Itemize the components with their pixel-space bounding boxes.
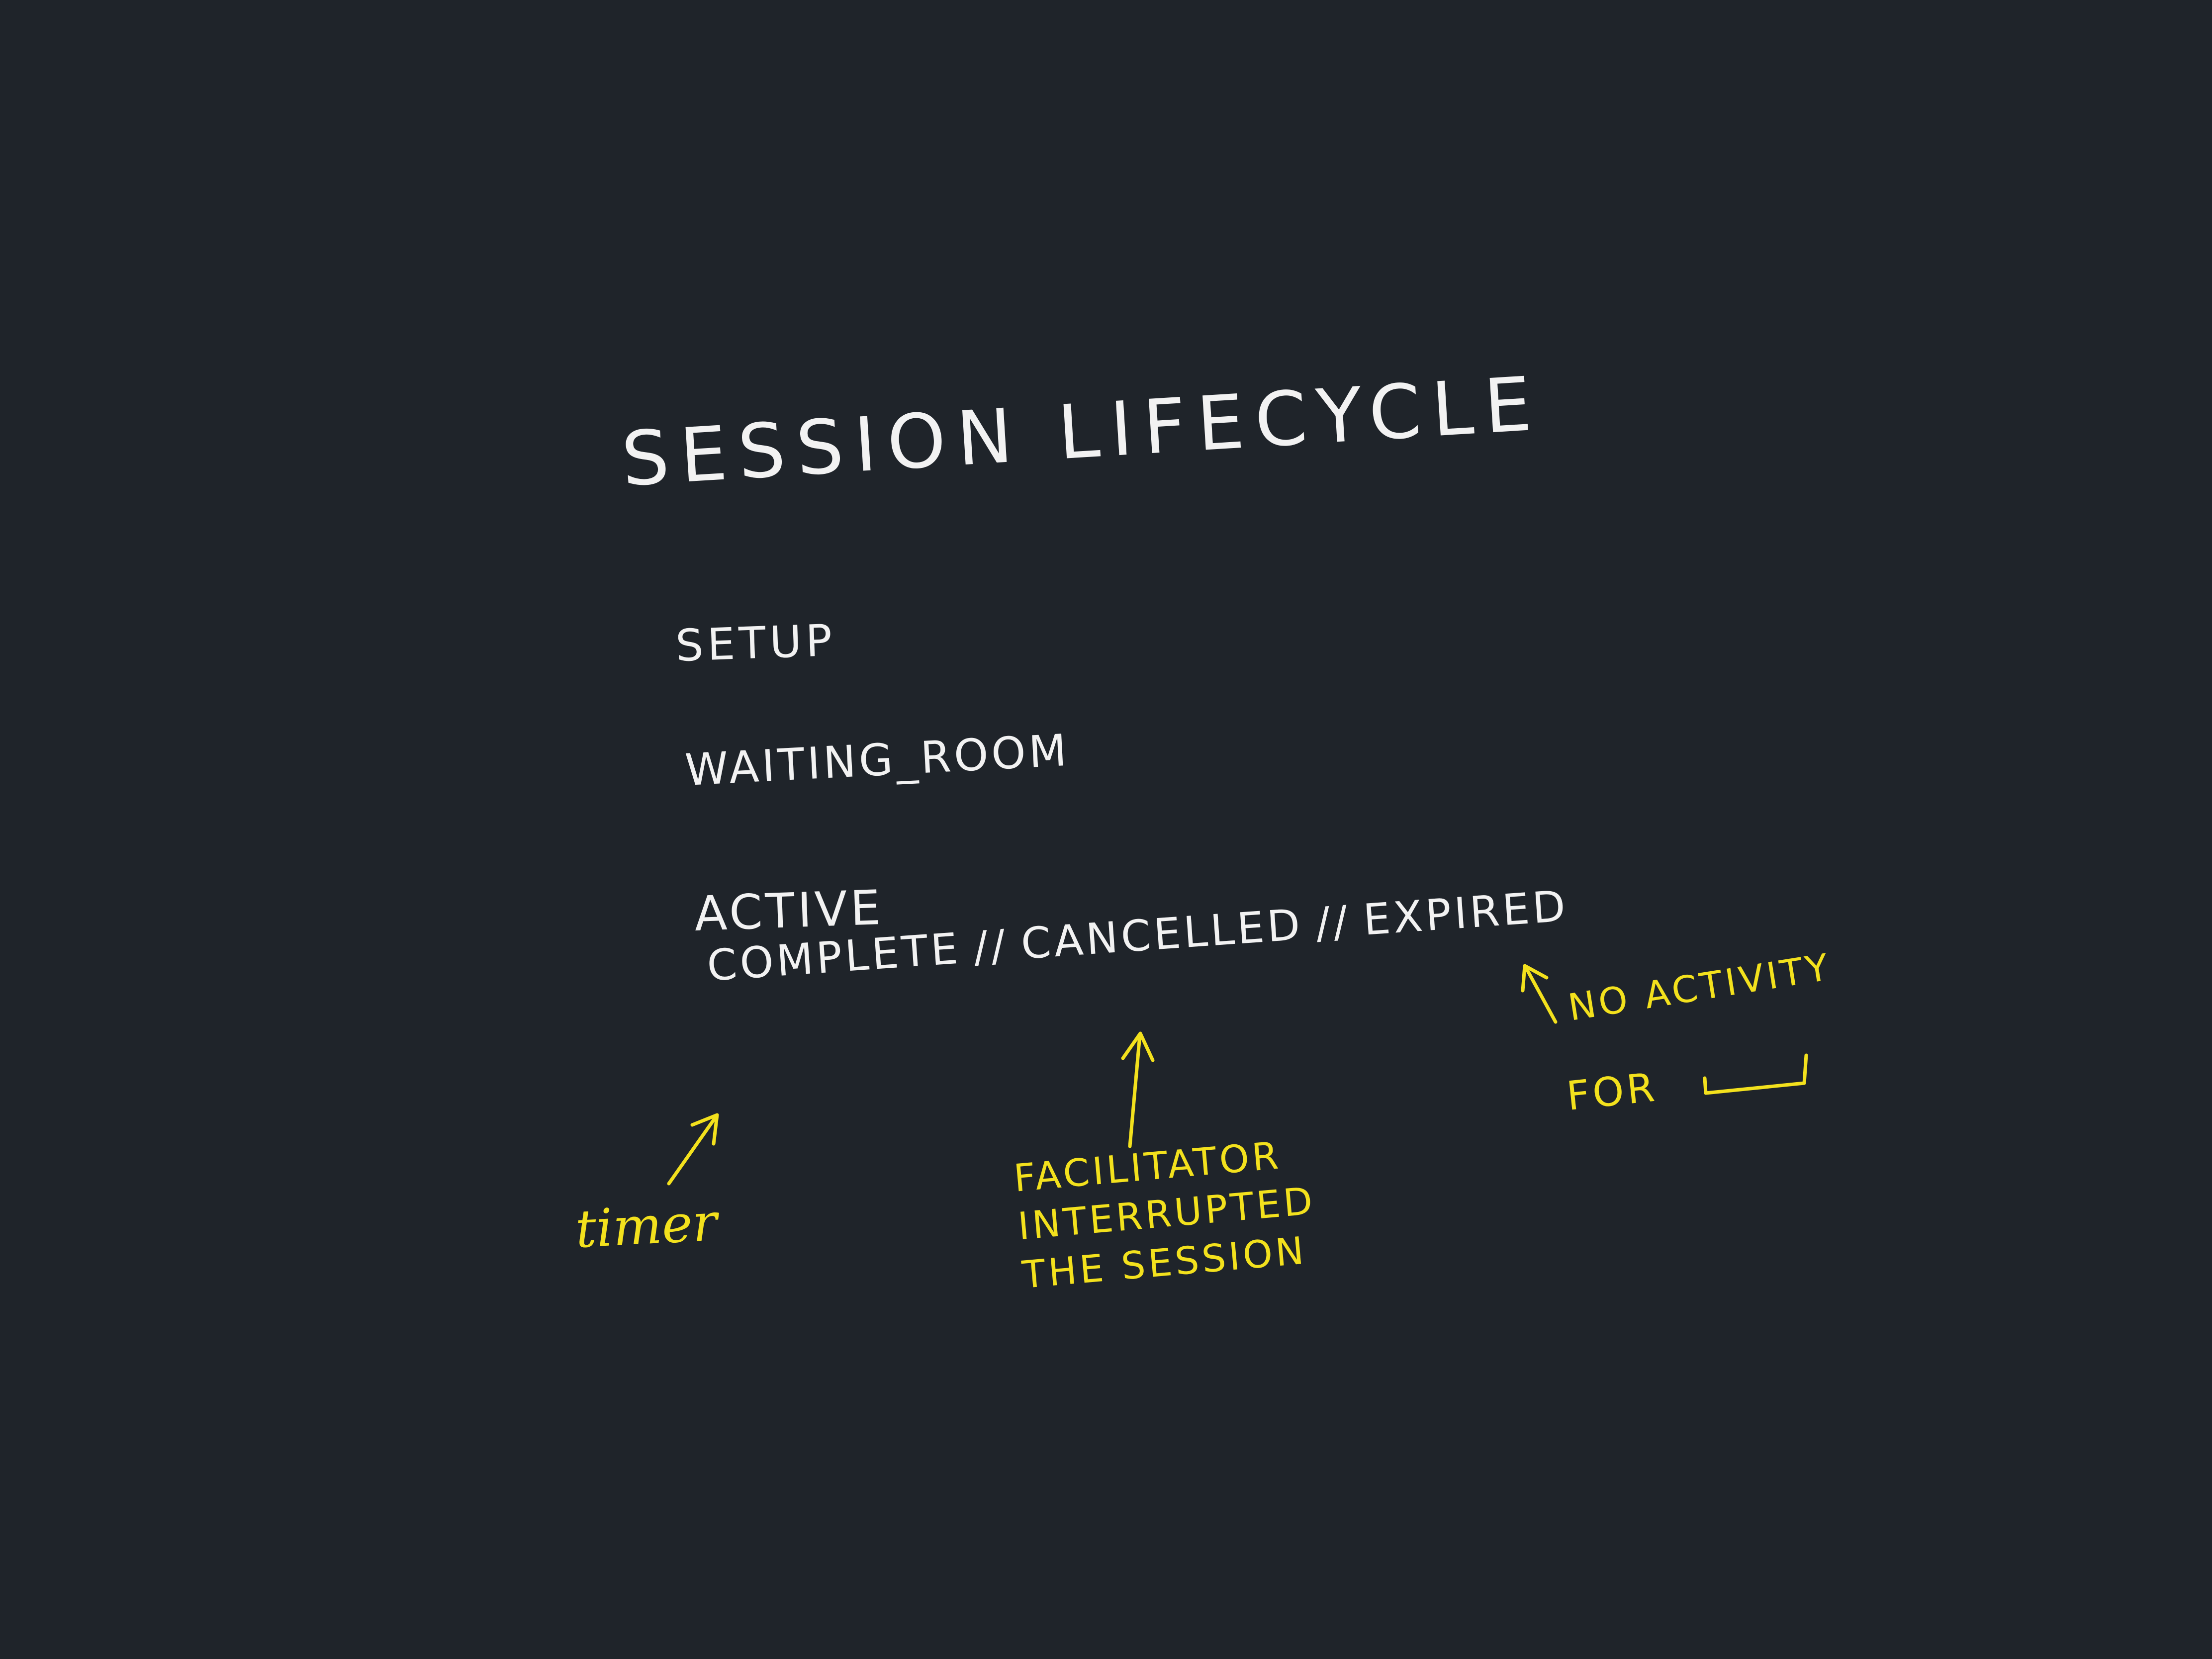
annotation-timer: timer: [574, 1192, 719, 1260]
cancelled-arrow-icon: [1121, 1031, 1155, 1148]
annotation-arrows: [667, 964, 1808, 1186]
timer-arrow-icon: [667, 1113, 719, 1186]
expired-arrow-icon: [1521, 964, 1558, 1024]
whiteboard-canvas: SESSION LIFECYCLE SETUP WAITING_ROOM ACT…: [0, 0, 2212, 1659]
annotation-for: FOR: [1564, 1064, 1660, 1119]
annotation-facilitator-interrupted: FACILITATOR INTERRUPTED THE SESSION: [1012, 1133, 1317, 1297]
duration-blank-icon: [1703, 1053, 1808, 1095]
